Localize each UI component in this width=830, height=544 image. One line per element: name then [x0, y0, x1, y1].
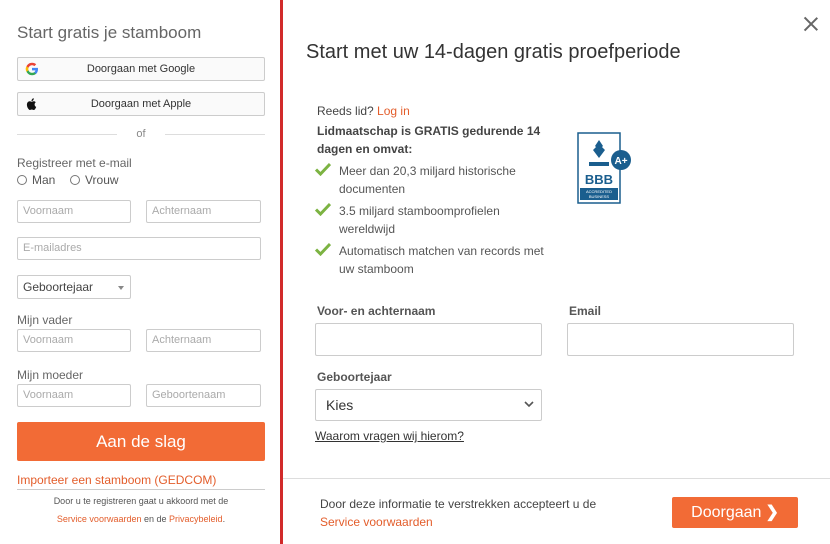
bbb-sub2: BUSINESS [589, 194, 610, 199]
check-icon [315, 202, 331, 216]
feature-text: Automatisch matchen van records met uw s… [339, 244, 544, 276]
apple-icon [26, 98, 37, 110]
apple-signin-button[interactable]: Doorgaan met Apple [17, 92, 265, 116]
left-title: Start gratis je stamboom [17, 23, 202, 42]
offer-text: Lidmaatschap is GRATIS gedurende 14 dage… [317, 124, 541, 156]
terms-end: . [222, 514, 226, 524]
feature-item: 3.5 miljard stamboomprofielen wereldwijd [315, 202, 555, 238]
email-label: Email [569, 304, 602, 318]
birth-year-dropdown[interactable]: Kies [315, 389, 542, 421]
terms-and: en de [143, 514, 167, 524]
caret-down-icon [118, 286, 124, 290]
check-icon [315, 162, 331, 176]
gender-female-label: Vrouw [85, 173, 119, 187]
google-icon [25, 62, 38, 76]
divider-line-right [165, 134, 265, 135]
email-input-modal[interactable] [567, 323, 794, 356]
or-divider: of [17, 128, 265, 140]
birth-year-select-value: Geboortejaar [23, 280, 94, 294]
check-icon [315, 242, 331, 256]
birth-year-label: Geboortejaar [317, 370, 392, 384]
first-name-input[interactable]: Voornaam [17, 200, 131, 223]
chevron-down-icon [524, 401, 534, 408]
footer-terms-text: Door deze informatie te verstrekken acce… [320, 497, 597, 511]
gender-male-radio[interactable]: Man [17, 173, 55, 187]
radio-circle-female[interactable] [70, 175, 80, 185]
start-button[interactable]: Aan de slag [17, 422, 265, 461]
bbb-accredited-badge: BBB ACCREDITED BUSINESS A+ [577, 132, 631, 204]
birth-year-select[interactable]: Geboortejaar [17, 275, 131, 299]
google-label: Doorgaan met Google [86, 63, 196, 75]
member-login-line: Reeds lid? Log in [317, 104, 410, 118]
close-icon[interactable] [804, 17, 818, 31]
bbb-text: BBB [585, 172, 613, 187]
birth-year-dropdown-value: Kies [326, 397, 354, 413]
left-signup-panel: Start gratis je stamboom Doorgaan met Go… [0, 0, 280, 544]
why-ask-link[interactable]: Waarom vragen wij hierom? [315, 429, 464, 443]
email-input[interactable]: E-mailadres [17, 237, 261, 260]
mother-label: Mijn moeder [17, 368, 84, 382]
name-label: Voor- en achternaam [317, 304, 436, 318]
feature-item: Automatisch matchen van records met uw s… [315, 242, 555, 278]
terms-prefix: Door u te registreren gaat u akkoord met… [53, 496, 229, 506]
google-signin-button[interactable]: Doorgaan met Google [17, 57, 265, 81]
father-last-name-input[interactable]: Achternaam [146, 329, 261, 352]
terms-notice: Door u te registreren gaat u akkoord met… [17, 492, 265, 528]
login-link[interactable]: Log in [377, 104, 410, 118]
apple-label: Doorgaan met Apple [90, 98, 192, 110]
feature-item: Meer dan 20,3 miljard historische docume… [315, 162, 555, 198]
gedcom-divider [17, 489, 265, 490]
continue-label: Doorgaan [691, 504, 762, 521]
bbb-rating: A+ [614, 156, 627, 167]
footer-service-terms-link[interactable]: Service voorwaarden [320, 515, 433, 529]
modal-footer: Door deze informatie te verstrekken acce… [283, 478, 830, 544]
member-prefix: Reeds lid? [317, 104, 374, 118]
full-name-input[interactable] [315, 323, 542, 356]
father-first-name-input[interactable]: Voornaam [17, 329, 131, 352]
feature-text: Meer dan 20,3 miljard historische docume… [339, 164, 516, 196]
modal-title: Start met uw 14-dagen gratis proefperiod… [306, 41, 681, 63]
feature-text: 3.5 miljard stamboomprofielen wereldwijd [339, 204, 500, 236]
father-label: Mijn vader [17, 313, 73, 327]
privacy-policy-link[interactable]: Privacybeleid [169, 514, 223, 524]
gender-female-radio[interactable]: Vrouw [70, 173, 119, 187]
mother-maiden-name-input[interactable]: Geboortenaam [146, 384, 261, 407]
radio-circle-male[interactable] [17, 175, 27, 185]
continue-button[interactable]: Doorgaan ❯ [672, 497, 798, 528]
mother-first-name-input[interactable]: Voornaam [17, 384, 131, 407]
footer-terms: Door deze informatie te verstrekken acce… [320, 495, 596, 531]
import-gedcom-link[interactable]: Importeer een stamboom (GEDCOM) [17, 473, 216, 487]
service-terms-link[interactable]: Service voorwaarden [57, 514, 142, 524]
trial-modal: Start met uw 14-dagen gratis proefperiod… [283, 0, 830, 544]
gender-male-label: Man [32, 173, 56, 187]
register-email-label: Registreer met e-mail [17, 156, 132, 170]
last-name-input[interactable]: Achternaam [146, 200, 261, 223]
chevron-right-icon: ❯ [765, 504, 779, 521]
